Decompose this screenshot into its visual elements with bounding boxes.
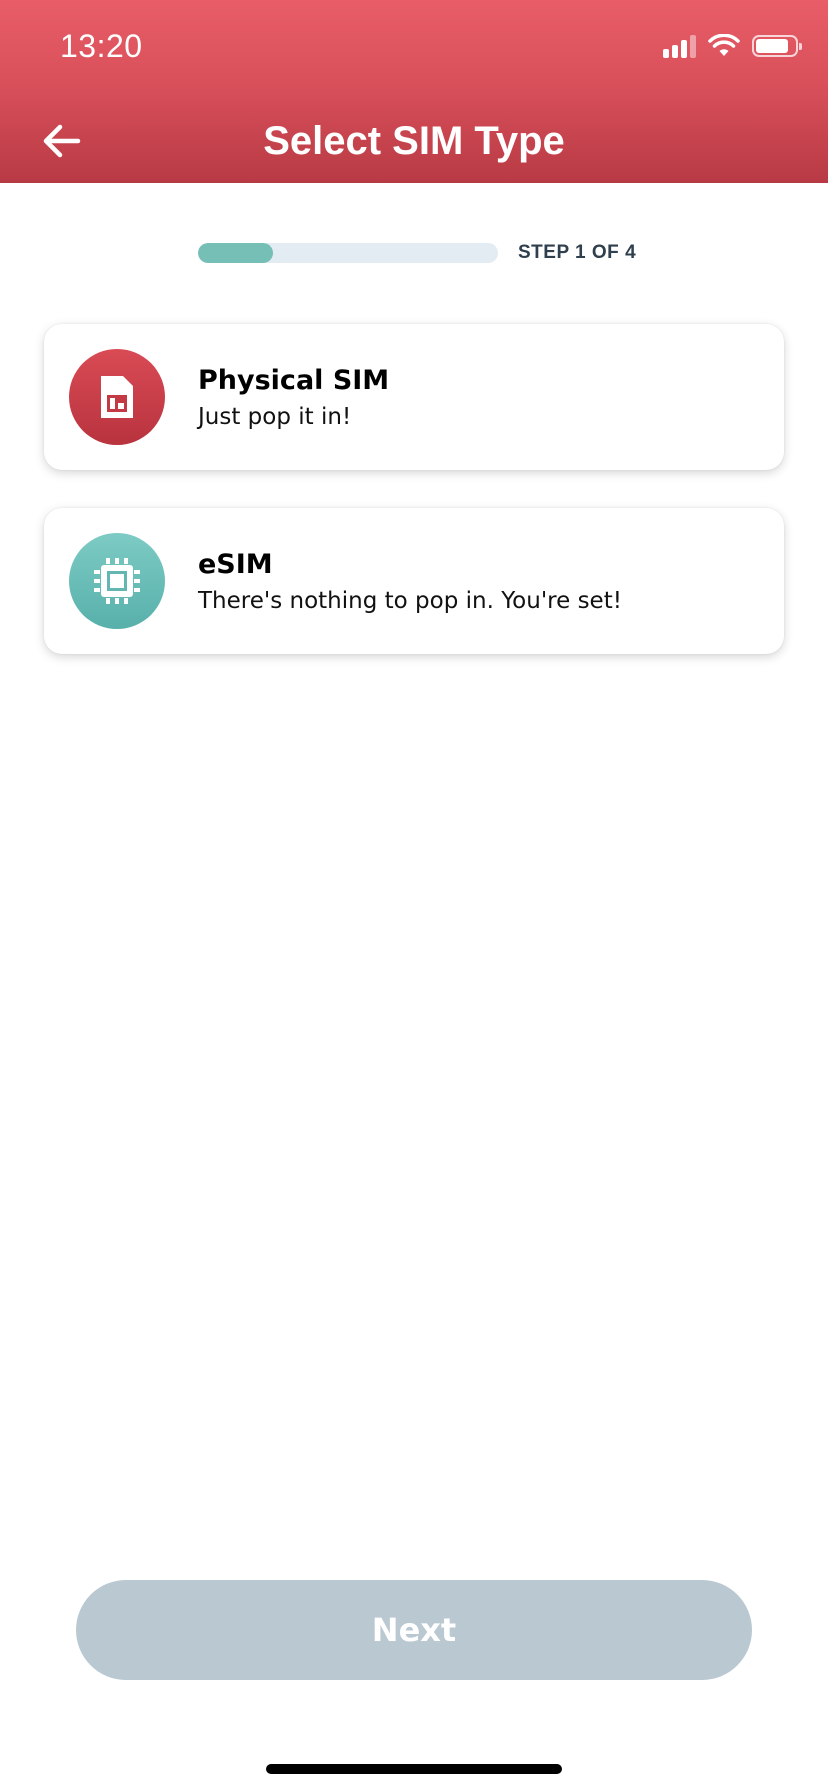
status-icons <box>663 34 802 58</box>
option-title: Physical SIM <box>198 365 390 396</box>
wifi-icon <box>708 34 740 56</box>
option-esim[interactable]: eSIM There's nothing to pop in. You're s… <box>44 508 784 654</box>
cellular-signal-icon <box>663 34 696 58</box>
header-bar: 13:20 Select SIM Type <box>0 0 828 183</box>
home-indicator[interactable] <box>266 1764 562 1774</box>
sim-card-icon <box>101 376 133 418</box>
option-subtitle: There's nothing to pop in. You're set! <box>198 588 622 614</box>
next-button[interactable]: Next <box>76 1580 752 1680</box>
chip-icon <box>94 558 140 604</box>
option-title: eSIM <box>198 549 273 580</box>
step-progress: STEP 1 OF 4 <box>198 242 636 264</box>
progress-track <box>198 243 498 263</box>
physical-sim-icon-badge <box>69 349 165 445</box>
page-title: Select SIM Type <box>263 119 565 163</box>
battery-icon <box>752 35 802 57</box>
option-physical-sim[interactable]: Physical SIM Just pop it in! <box>44 324 784 470</box>
select-sim-screen: 13:20 Select SIM Type STEP 1 OF 4 Physic… <box>0 0 828 1792</box>
progress-fill <box>198 243 273 263</box>
step-label: STEP 1 OF 4 <box>518 242 637 263</box>
esim-icon-badge <box>69 533 165 629</box>
option-subtitle: Just pop it in! <box>198 404 352 430</box>
status-time: 13:20 <box>60 28 143 64</box>
